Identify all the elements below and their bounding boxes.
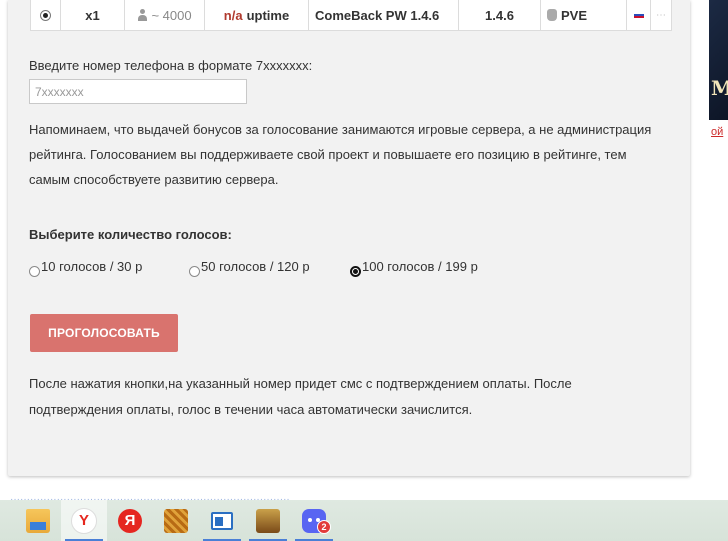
server-rate: x1 [61,0,125,30]
money-bag-icon [547,9,557,21]
yandex-icon: Я [118,508,142,533]
server-votes: ~ 4000 [151,7,192,23]
vote-option-10[interactable]: 10 голосов / 30 р [29,259,142,277]
uptime-label: uptime [246,7,290,23]
server-select-cell[interactable] [31,0,61,30]
vote-option-10-label: 10 голосов / 30 р [41,259,143,274]
server-type: PVE [561,7,588,23]
server-votes-cell: ~ 4000 [125,0,205,30]
server-radio[interactable] [40,9,51,21]
vote-option-100-radio[interactable] [350,266,361,277]
server-version: 1.4.6 [459,0,541,30]
vote-option-100-label: 100 голосов / 199 р [362,259,478,274]
phone-label: Введите номер телефона в формате 7xxxxxx… [29,58,313,73]
vote-option-10-radio[interactable] [29,266,40,277]
discord-notification-badge: 2 [317,520,331,534]
taskbar-file-explorer[interactable] [15,500,61,541]
vote-option-100[interactable]: 100 голосов / 199 р [350,259,478,277]
server-flag-cell [627,0,651,30]
votes-title: Выберите количество голосов: [29,227,232,242]
russia-flag-icon [633,12,644,18]
vote-button[interactable]: ПРОГОЛОСОВАТЬ [30,314,178,352]
server-extra-cell: ⋯ [651,0,671,30]
server-row[interactable]: x1 ~ 4000 n/a uptime ComeBack PW 1.4.6 1… [30,0,672,31]
taskbar-yandex-browser[interactable]: Y [61,500,107,541]
taskbar-yandex[interactable]: Я [107,500,153,541]
note-text: После нажатия кнопки,на указанный номер … [29,376,572,417]
vote-option-50[interactable]: 50 голосов / 120 р [189,259,310,277]
server-name[interactable]: ComeBack PW 1.4.6 [309,0,459,30]
person-icon [137,9,148,21]
server-uptime-cell: n/a uptime [205,0,309,30]
yandex-browser-icon: Y [71,507,97,534]
taskbar-discord[interactable]: 2 [291,500,337,541]
side-banner-letter: M [711,76,728,100]
game-client-icon [256,508,280,533]
game-launcher-icon [164,508,188,533]
info-text: Напоминаем, что выдачей бонусов за голос… [29,122,652,187]
taskbar-game-launcher[interactable] [153,500,199,541]
side-banner-image[interactable] [709,0,728,120]
taskbar: Y Я 2 [0,500,728,541]
vote-option-50-radio[interactable] [189,266,200,277]
dots-icon: ⋯ [656,9,666,21]
window-app-icon [211,511,233,530]
vote-option-50-label: 50 голосов / 120 р [201,259,310,274]
folder-icon [26,508,50,533]
uptime-na: n/a [223,7,243,23]
taskbar-window-app[interactable] [199,500,245,541]
phone-input[interactable] [29,79,247,104]
side-link[interactable]: ой [711,126,723,138]
taskbar-game-client[interactable] [245,500,291,541]
server-type-cell: PVE [541,0,627,30]
